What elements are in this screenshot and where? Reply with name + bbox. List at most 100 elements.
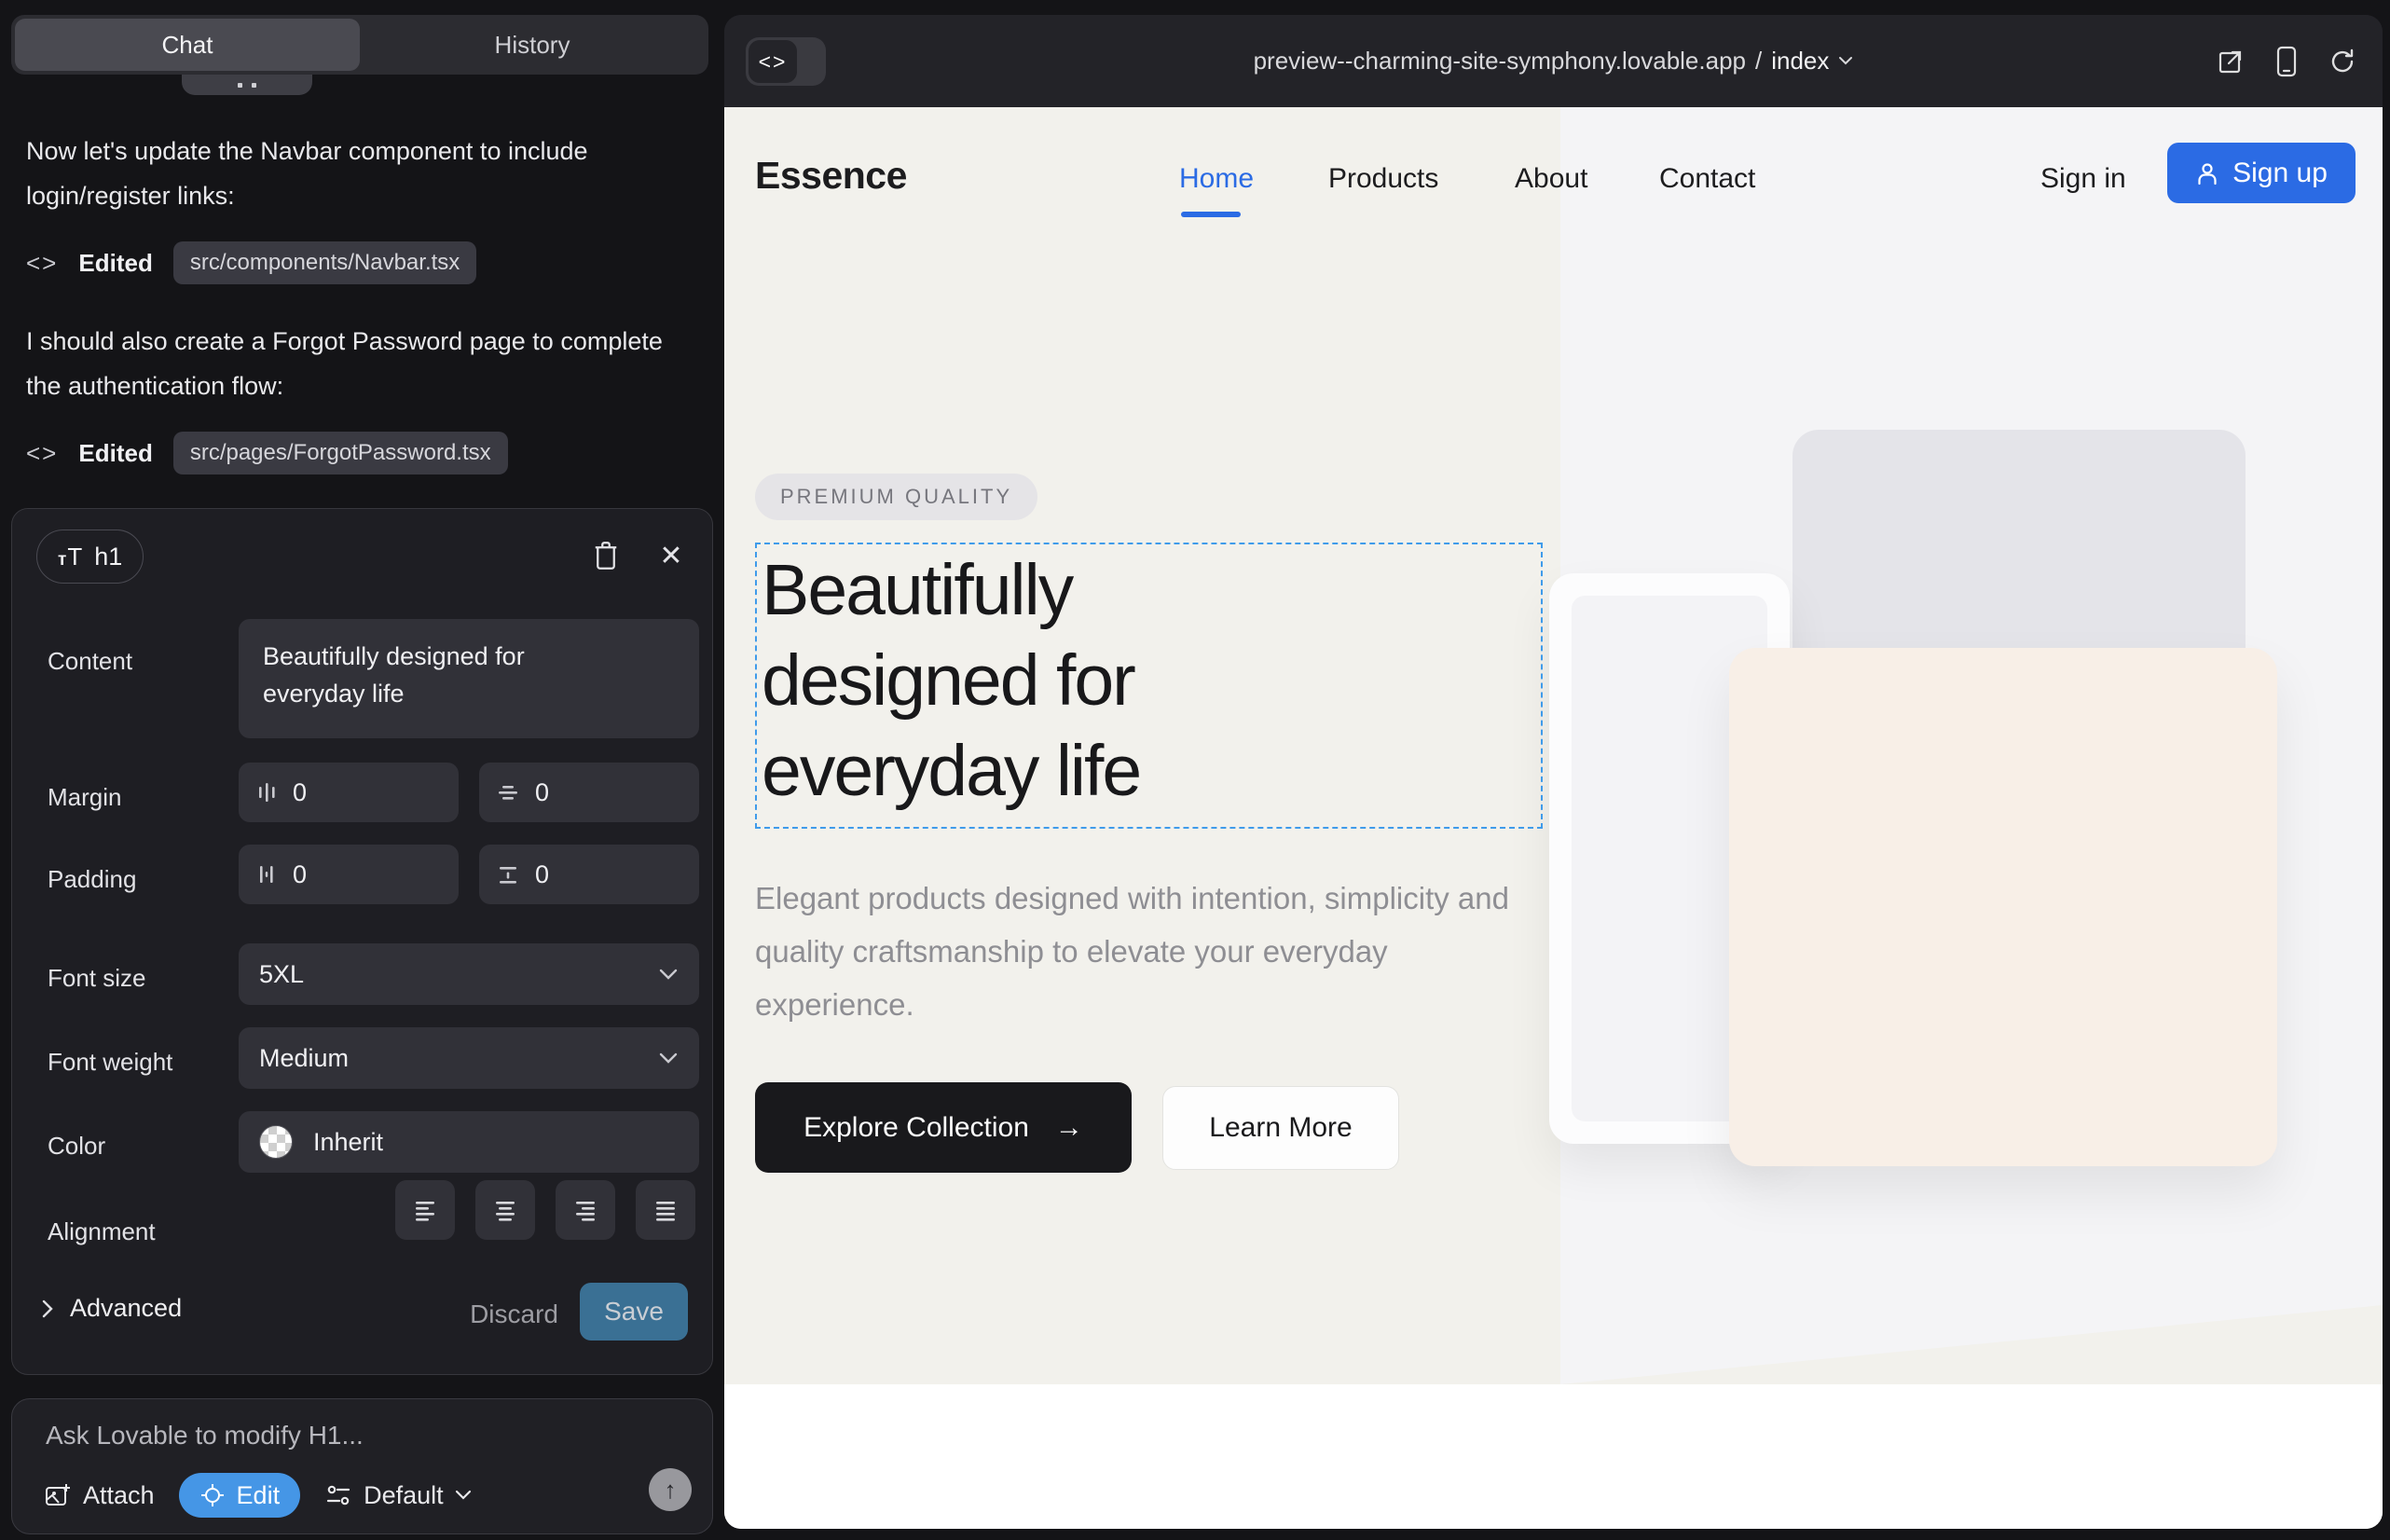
alignment-group bbox=[395, 1180, 695, 1240]
code-icon: <> bbox=[26, 439, 58, 468]
code-icon: <> bbox=[749, 40, 797, 83]
padding-horizontal-icon bbox=[255, 862, 278, 887]
edit-mode-button[interactable]: Edit bbox=[179, 1473, 301, 1518]
color-field[interactable]: Inherit bbox=[239, 1111, 699, 1173]
close-panel-button[interactable]: ✕ bbox=[651, 535, 692, 576]
padding-label: Padding bbox=[48, 865, 136, 894]
align-right-button[interactable] bbox=[556, 1180, 615, 1240]
preview-browser-window: preview--charming-site-symphony.lovable.… bbox=[724, 15, 2383, 1529]
truncated-scrolled-element bbox=[182, 75, 312, 95]
padding-y-field[interactable] bbox=[479, 845, 699, 904]
padding-vertical-icon bbox=[496, 863, 520, 886]
align-justify-button[interactable] bbox=[636, 1180, 695, 1240]
edited-label: Edited bbox=[78, 249, 152, 278]
content-field[interactable]: Beautifully designed for everyday life bbox=[239, 619, 699, 738]
decor-card-cream bbox=[1729, 648, 2277, 1166]
sign-up-button[interactable]: Sign up bbox=[2167, 143, 2356, 203]
code-view-toggle[interactable]: <> bbox=[746, 37, 826, 86]
premium-quality-badge: PREMIUM QUALITY bbox=[755, 474, 1037, 520]
margin-horizontal-icon bbox=[255, 780, 278, 804]
font-size-label: Font size bbox=[48, 964, 146, 993]
font-weight-label: Font weight bbox=[48, 1048, 172, 1077]
site-canvas: Essence Home Products About Contact Sign… bbox=[724, 107, 2383, 1529]
chevron-down-icon bbox=[658, 968, 679, 981]
hero-heading[interactable]: Beautifully designed for everyday life bbox=[762, 545, 1140, 817]
chat-history-tabbar: Chat History bbox=[11, 15, 708, 75]
align-left-button[interactable] bbox=[395, 1180, 455, 1240]
padding-y-input[interactable] bbox=[533, 859, 645, 890]
element-editor-panel: ᴛT h1 ✕ Content Beautifully designed for… bbox=[11, 508, 713, 1375]
chevron-down-icon bbox=[658, 1052, 679, 1065]
mobile-device-icon[interactable] bbox=[2276, 46, 2297, 77]
sliders-icon bbox=[324, 1482, 352, 1508]
sign-in-link[interactable]: Sign in bbox=[2040, 163, 2126, 195]
alignment-label: Alignment bbox=[48, 1217, 156, 1246]
url-page: index bbox=[1771, 47, 1829, 76]
margin-y-field[interactable] bbox=[479, 763, 699, 822]
nav-home[interactable]: Home bbox=[1179, 163, 1254, 195]
chevron-right-icon bbox=[40, 1298, 55, 1320]
padding-x-field[interactable] bbox=[239, 845, 459, 904]
nav-products[interactable]: Products bbox=[1328, 163, 1438, 195]
code-icon: <> bbox=[26, 249, 58, 278]
refresh-icon[interactable] bbox=[2328, 48, 2356, 76]
url-bar[interactable]: preview--charming-site-symphony.lovable.… bbox=[724, 15, 2383, 107]
align-left-icon bbox=[412, 1198, 438, 1222]
url-domain: preview--charming-site-symphony.lovable.… bbox=[1254, 47, 1746, 76]
tab-history[interactable]: History bbox=[360, 19, 705, 71]
save-button[interactable]: Save bbox=[580, 1283, 688, 1341]
edited-file-row: <> Edited src/components/Navbar.tsx bbox=[26, 241, 476, 285]
margin-y-input[interactable] bbox=[533, 777, 645, 808]
file-pill[interactable]: src/pages/ForgotPassword.tsx bbox=[173, 432, 508, 474]
composer-input[interactable] bbox=[44, 1420, 603, 1451]
chevron-down-icon bbox=[1838, 56, 1853, 66]
trash-icon bbox=[592, 540, 620, 571]
delete-element-button[interactable] bbox=[585, 535, 626, 576]
edited-label: Edited bbox=[78, 439, 152, 468]
hero-description: Elegant products designed with intention… bbox=[755, 872, 1510, 1031]
align-justify-icon bbox=[652, 1198, 679, 1222]
font-weight-select[interactable]: Medium bbox=[239, 1027, 699, 1089]
color-swatch bbox=[259, 1125, 293, 1159]
selected-element-tag: ᴛT h1 bbox=[36, 529, 144, 584]
color-label: Color bbox=[48, 1132, 105, 1161]
margin-label: Margin bbox=[48, 783, 121, 812]
learn-more-button[interactable]: Learn More bbox=[1162, 1086, 1399, 1170]
typography-icon: ᴛT bbox=[58, 543, 83, 571]
open-external-icon[interactable] bbox=[2217, 48, 2245, 76]
font-size-select[interactable]: 5XL bbox=[239, 943, 699, 1005]
chat-message: Now let's update the Navbar component to… bbox=[26, 129, 688, 218]
user-icon bbox=[2195, 161, 2219, 186]
model-default-selector[interactable]: Default bbox=[324, 1481, 472, 1510]
nav-contact[interactable]: Contact bbox=[1659, 163, 1755, 195]
padding-x-input[interactable] bbox=[291, 859, 403, 890]
attach-button[interactable]: Attach bbox=[44, 1481, 155, 1510]
chat-composer: Attach Edit Default ↑ bbox=[11, 1398, 713, 1534]
next-section-background bbox=[724, 1384, 2383, 1529]
chat-message: I should also create a Forgot Password p… bbox=[26, 319, 688, 408]
margin-x-input[interactable] bbox=[291, 777, 403, 808]
file-pill[interactable]: src/components/Navbar.tsx bbox=[173, 241, 476, 284]
content-label: Content bbox=[48, 647, 132, 676]
explore-collection-button[interactable]: Explore Collection → bbox=[755, 1082, 1132, 1173]
url-separator: / bbox=[1755, 47, 1762, 76]
advanced-toggle[interactable]: Advanced bbox=[40, 1294, 182, 1323]
margin-x-field[interactable] bbox=[239, 763, 459, 822]
send-button[interactable]: ↑ bbox=[649, 1468, 692, 1511]
nav-home-underline bbox=[1181, 212, 1241, 217]
nav-about[interactable]: About bbox=[1515, 163, 1587, 195]
attach-image-icon bbox=[44, 1481, 72, 1509]
target-icon bbox=[199, 1482, 226, 1508]
arrow-right-icon: → bbox=[1055, 1112, 1083, 1144]
edited-file-row: <> Edited src/pages/ForgotPassword.tsx bbox=[26, 431, 508, 475]
content-value[interactable]: Beautifully designed for everyday life bbox=[263, 638, 570, 712]
align-center-button[interactable] bbox=[475, 1180, 535, 1240]
tab-chat[interactable]: Chat bbox=[15, 19, 360, 71]
align-right-icon bbox=[572, 1198, 598, 1222]
browser-chrome: preview--charming-site-symphony.lovable.… bbox=[724, 15, 2383, 107]
composer-toolbar: Attach Edit Default bbox=[44, 1472, 694, 1519]
browser-actions bbox=[2217, 15, 2356, 107]
site-logo[interactable]: Essence bbox=[755, 154, 907, 198]
discard-button[interactable]: Discard bbox=[470, 1299, 558, 1329]
app-window: Chat History Now let's update the Navbar… bbox=[0, 0, 2390, 1540]
